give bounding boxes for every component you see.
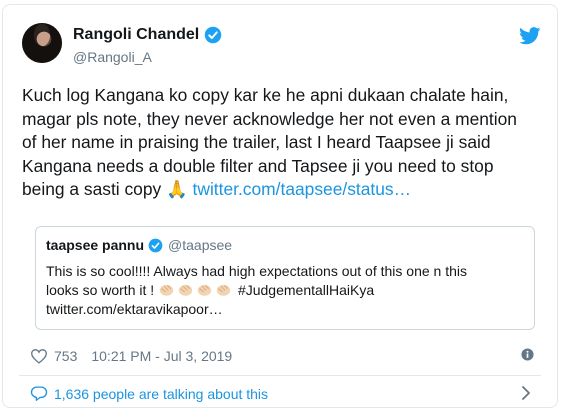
quoted-tweet[interactable]: taapsee pannu @taapsee This is so cool!!… [35, 226, 535, 330]
timestamp[interactable]: 10:21 PM - Jul 3, 2019 [91, 348, 232, 364]
quoted-author-name: taapsee pannu [46, 237, 145, 253]
talking-about-link[interactable]: 1,636 people are talking about this [30, 385, 268, 402]
verified-badge-icon [148, 238, 163, 252]
chevron-right-icon[interactable] [521, 385, 531, 401]
tweet-body: Kuch log Kangana ko copy kar ke he apni … [22, 84, 542, 202]
quoted-tweet-text: This is so cool!!!! Always had high expe… [46, 262, 526, 319]
avatar[interactable] [22, 23, 62, 63]
quoted-link[interactable]: twitter.com/ektaravikapoor… [46, 301, 223, 317]
clapping-hands-icon [159, 284, 174, 296]
quoted-author-handle: @taapsee [168, 237, 233, 253]
divider [19, 375, 541, 376]
clapping-hands-icon [197, 284, 212, 296]
tweet-meta: 753 10:21 PM - Jul 3, 2019 [30, 348, 232, 364]
folded-hands-icon: 🙏 [166, 179, 188, 199]
clapping-hands-icon [178, 284, 193, 296]
quoted-author-row: taapsee pannu @taapsee [46, 237, 232, 253]
info-icon[interactable] [521, 348, 534, 361]
quoted-text-line2: looks so worth it ! [46, 282, 159, 298]
clapping-hands-icon [216, 284, 231, 296]
verified-badge-icon [204, 26, 222, 44]
quoted-text-line1: This is so cool!!!! Always had high expe… [46, 263, 468, 279]
talking-about-text[interactable]: 1,636 people are talking about this [54, 386, 268, 402]
like-count[interactable]: 753 [54, 348, 77, 364]
author-display-name[interactable]: Rangoli Chandel [73, 26, 199, 44]
tweet-card: Rangoli Chandel @Rangoli_A Kuch log Kang… [2, 4, 558, 408]
twitter-bird-icon[interactable] [519, 27, 541, 45]
tweet-link[interactable]: twitter.com/taapsee/status… [193, 179, 411, 199]
avatar-shading [22, 23, 62, 63]
author-name-row[interactable]: Rangoli Chandel [73, 26, 222, 44]
author-handle[interactable]: @Rangoli_A [73, 49, 152, 65]
comment-icon [30, 386, 48, 401]
quoted-hashtag[interactable]: #JudgementallHaiKya [238, 282, 374, 298]
heart-icon[interactable] [30, 348, 48, 364]
